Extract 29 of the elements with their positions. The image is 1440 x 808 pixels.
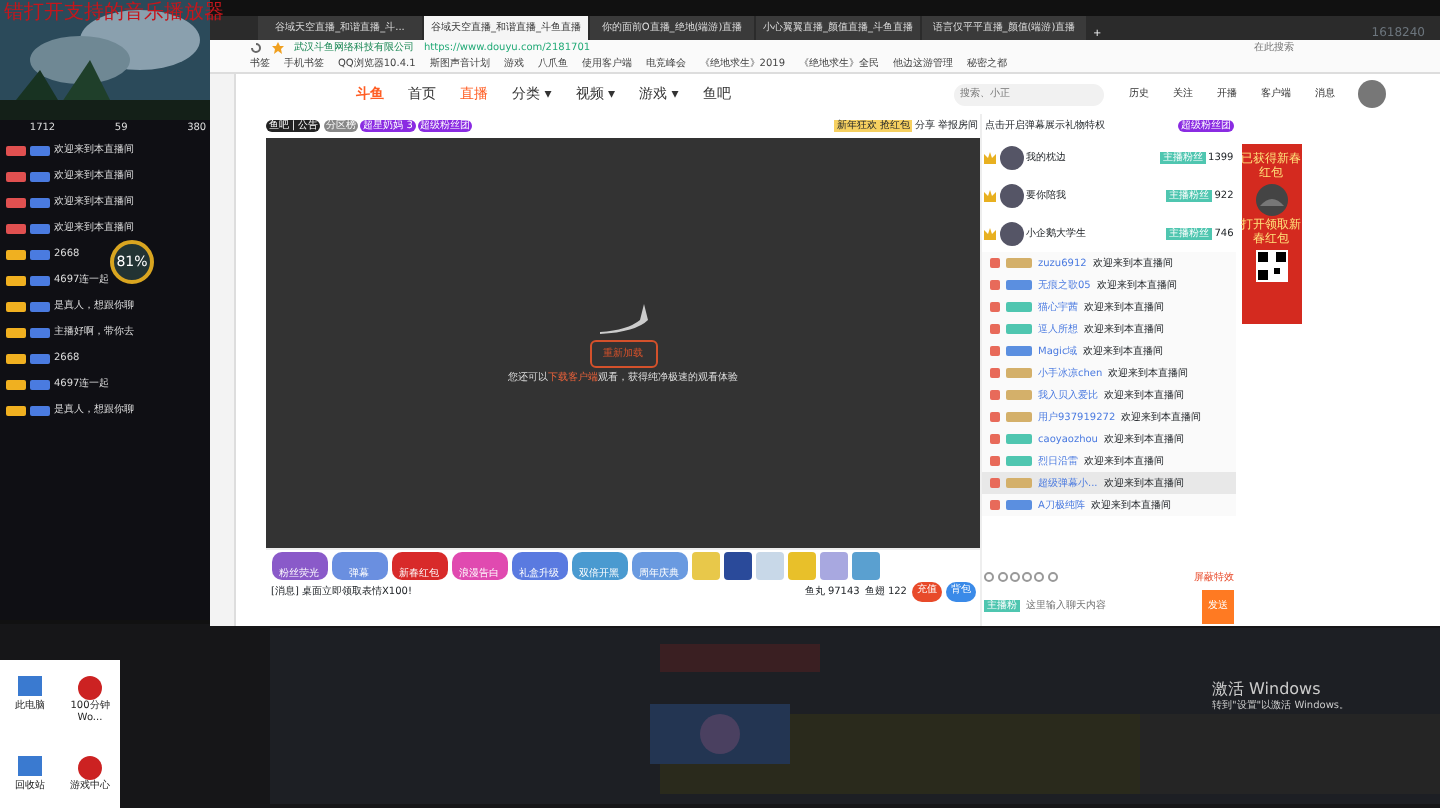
activation-title: 激活 Windows	[1212, 680, 1323, 699]
level-icon	[990, 390, 1000, 400]
reload-icon[interactable]	[250, 42, 262, 55]
loading-icon	[599, 302, 647, 334]
level-icon	[990, 368, 1000, 378]
gift-icon[interactable]	[723, 552, 751, 580]
level-icon	[990, 456, 1000, 466]
level-icon	[990, 478, 1000, 488]
level-icon	[990, 412, 1000, 422]
level-icon	[990, 302, 1000, 312]
app-icon[interactable]	[18, 676, 42, 700]
crown-icon	[984, 227, 997, 239]
star-icon[interactable]	[272, 42, 284, 55]
level-icon	[990, 258, 1000, 268]
avatar[interactable]	[1358, 80, 1387, 108]
level-icon	[990, 280, 1000, 290]
crown-icon	[984, 189, 997, 201]
app-icon[interactable]	[18, 756, 42, 780]
level-icon	[990, 324, 1000, 334]
level-icon	[990, 434, 1000, 444]
level-icon	[990, 346, 1000, 356]
avatar[interactable]	[999, 145, 1023, 169]
avatar[interactable]	[999, 221, 1023, 245]
avatar[interactable]	[999, 183, 1023, 207]
app-icon[interactable]	[78, 756, 102, 780]
qr-code-icon	[1255, 249, 1287, 281]
crown-icon	[984, 151, 997, 163]
level-icon	[990, 500, 1000, 510]
app-icon[interactable]	[78, 676, 102, 700]
